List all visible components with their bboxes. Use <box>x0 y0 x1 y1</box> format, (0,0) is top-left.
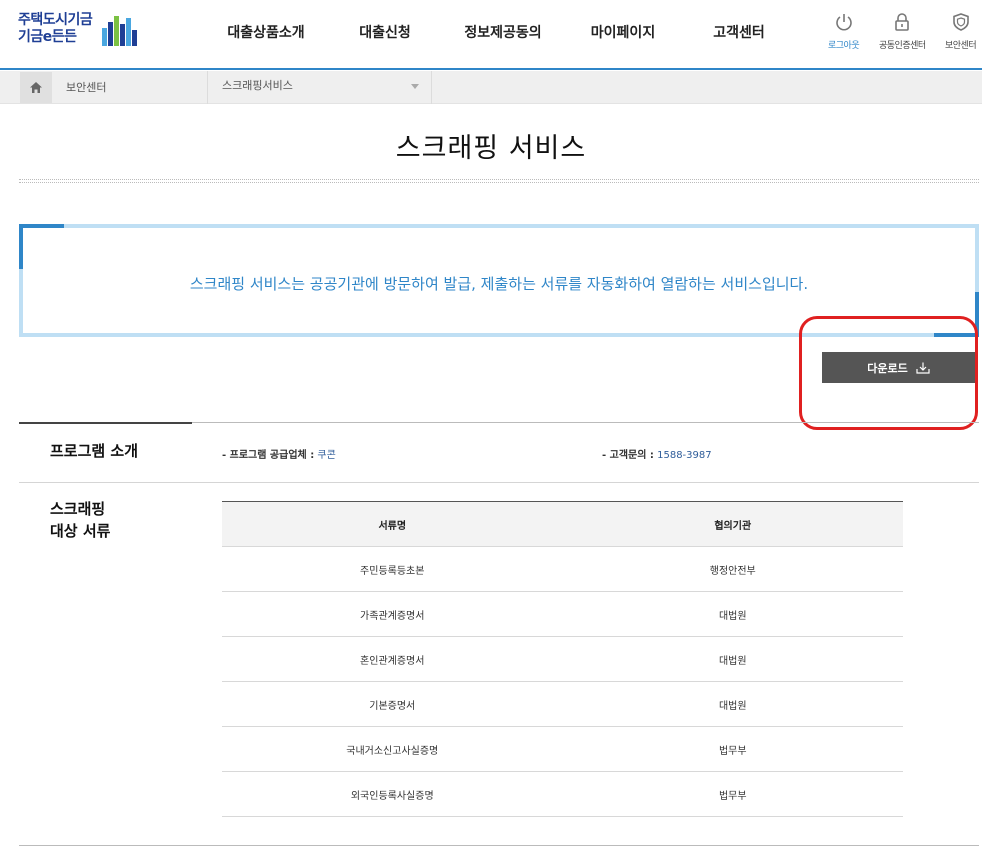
logo-buildings-icon <box>102 16 137 46</box>
table-row: 외국인등록사실증명 법무부 <box>222 771 903 817</box>
document-name: 가족관계증명서 <box>222 591 563 637</box>
home-icon <box>30 82 42 93</box>
contact-value: 1588-3987 <box>657 450 712 461</box>
notice-text: 스크래핑 서비스는 공공기관에 방문하여 발급, 제출하는 서류를 자동화하여 … <box>189 275 809 293</box>
security-center-label: 보안센터 <box>945 41 977 51</box>
page-title: 스크래핑 서비스 <box>395 133 587 164</box>
breadcrumb-level2-dropdown[interactable]: 스크래핑서비스 <box>208 71 432 104</box>
logout-label: 로그아웃 <box>828 41 860 51</box>
agency-name: 대법원 <box>562 591 903 637</box>
document-name: 주민등록등초본 <box>222 546 563 592</box>
documents-title-line2: 대상 서류 <box>50 522 111 540</box>
documents-section-title: 스크래핑 대상 서류 <box>50 498 110 542</box>
document-name: 기본증명서 <box>222 681 563 727</box>
section-divider <box>19 845 979 846</box>
certificate-center-button[interactable]: 공동인증센터 <box>879 12 926 51</box>
logout-button[interactable]: 로그아웃 <box>828 12 860 51</box>
table-row: 기본증명서 대법원 <box>222 681 903 727</box>
section-divider-accent <box>19 422 192 424</box>
contact-label: - 고객문의 : <box>602 450 654 461</box>
nav-loan-products[interactable]: 대출상품소개 <box>207 22 325 42</box>
breadcrumb-level2-label: 스크래핑서비스 <box>222 79 293 92</box>
table-header-row: 서류명 협의기관 <box>222 501 903 547</box>
document-name: 국내거소신고사실증명 <box>222 726 563 772</box>
home-button[interactable] <box>20 72 52 103</box>
column-header-agency: 협의기관 <box>562 501 903 547</box>
lock-icon <box>895 13 910 31</box>
section-divider <box>19 482 979 483</box>
nav-mypage[interactable]: 마이페이지 <box>561 22 685 42</box>
logo-line-1: 주택도시기금 <box>18 12 93 28</box>
certificate-center-label: 공동인증센터 <box>879 41 926 51</box>
vendor-label: - 프로그램 공급업체 : <box>222 450 315 461</box>
notice-corner-accent <box>19 224 23 269</box>
documents-table: 서류명 협의기관 주민등록등초본 행정안전부 가족관계증명서 대법원 혼인관계증… <box>222 501 903 817</box>
main-nav: 대출상품소개 대출신청 정보제공동의 마이페이지 고객센터 <box>207 22 793 42</box>
program-contact: - 고객문의 : 1588-3987 <box>602 446 712 461</box>
documents-title-line1: 스크래핑 <box>50 500 106 518</box>
shield-icon <box>952 13 969 31</box>
breadcrumb-level1[interactable]: 보안센터 <box>52 71 208 104</box>
logo-line-2: 기금e든든 <box>18 29 77 45</box>
logo-text: 주택도시기금 기금e든든 <box>18 12 93 46</box>
agency-name: 법무부 <box>562 726 903 772</box>
table-row: 가족관계증명서 대법원 <box>222 591 903 637</box>
document-name: 외국인등록사실증명 <box>222 771 563 817</box>
highlight-annotation <box>799 316 978 430</box>
agency-name: 대법원 <box>562 636 903 682</box>
nav-customer-center[interactable]: 고객센터 <box>685 22 793 42</box>
column-header-document: 서류명 <box>222 501 563 547</box>
table-row: 주민등록등초본 행정안전부 <box>222 546 903 592</box>
notice-corner-accent <box>19 224 64 228</box>
vendor-value: 쿠콘 <box>317 450 336 461</box>
table-row: 혼인관계증명서 대법원 <box>222 636 903 682</box>
security-center-button[interactable]: 보안센터 <box>945 12 977 51</box>
nav-loan-apply[interactable]: 대출신청 <box>325 22 445 42</box>
site-header: 주택도시기금 기금e든든 대출상품소개 대출신청 정보제공동의 마이페이지 고객… <box>0 0 982 70</box>
power-icon <box>835 14 852 31</box>
agency-name: 대법원 <box>562 681 903 727</box>
document-name: 혼인관계증명서 <box>222 636 563 682</box>
breadcrumb: 보안센터 스크래핑서비스 <box>0 71 982 104</box>
chevron-down-icon <box>411 84 419 89</box>
agency-name: 법무부 <box>562 771 903 817</box>
site-logo[interactable]: 주택도시기금 기금e든든 <box>18 12 143 52</box>
table-row: 국내거소신고사실증명 법무부 <box>222 726 903 772</box>
program-vendor: - 프로그램 공급업체 : 쿠콘 <box>222 446 336 461</box>
nav-consent[interactable]: 정보제공동의 <box>445 22 561 42</box>
title-divider <box>19 179 979 183</box>
agency-name: 행정안전부 <box>562 546 903 592</box>
program-section-title: 프로그램 소개 <box>50 442 139 460</box>
